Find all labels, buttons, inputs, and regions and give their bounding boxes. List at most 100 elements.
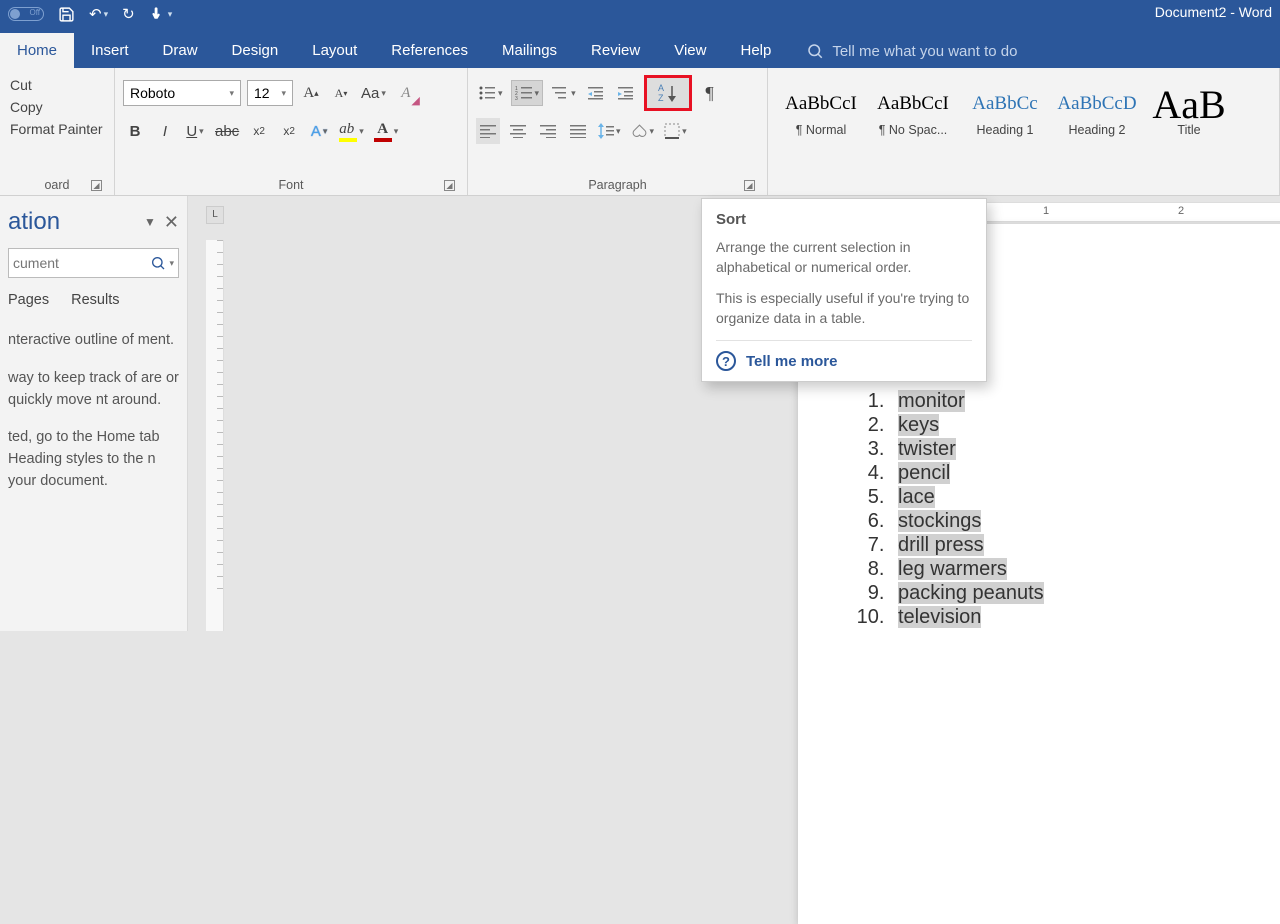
autosave-toggle[interactable]: Off bbox=[8, 7, 44, 21]
list-item[interactable]: monitor bbox=[890, 390, 1280, 414]
search-icon bbox=[806, 42, 824, 60]
list-item[interactable]: twister bbox=[890, 438, 1280, 462]
list-item[interactable]: pencil bbox=[890, 462, 1280, 486]
tab-mailings[interactable]: Mailings bbox=[485, 33, 574, 68]
font-color-button[interactable]: A bbox=[372, 118, 401, 144]
nav-tab-pages[interactable]: Pages bbox=[8, 292, 49, 308]
group-styles: AaBbCcI¶ NormalAaBbCcI¶ No Spac...AaBbCc… bbox=[768, 68, 1280, 195]
list-item[interactable]: keys bbox=[890, 414, 1280, 438]
nav-options-icon[interactable]: ▼ bbox=[144, 215, 156, 229]
redo-icon[interactable]: ↻ bbox=[122, 5, 135, 23]
nav-search-input[interactable] bbox=[13, 255, 150, 271]
list-item[interactable]: lace bbox=[890, 486, 1280, 510]
subscript-button[interactable]: x2 bbox=[247, 118, 271, 144]
search-icon bbox=[150, 255, 166, 271]
paragraph-dialog-launcher[interactable]: ◢ bbox=[744, 180, 755, 191]
format-painter-button[interactable]: Format Painter bbox=[8, 118, 106, 140]
tab-references[interactable]: References bbox=[374, 33, 485, 68]
list-item[interactable]: drill press bbox=[890, 534, 1280, 558]
clear-formatting-icon[interactable]: A◢ bbox=[394, 80, 418, 106]
undo-icon[interactable]: ↶▾ bbox=[89, 5, 108, 23]
decrease-indent-button[interactable] bbox=[584, 80, 608, 106]
multilevel-list-button[interactable] bbox=[549, 80, 578, 106]
clipboard-label: oard◢ bbox=[8, 174, 106, 195]
svg-text:A: A bbox=[658, 83, 664, 93]
bullets-button[interactable] bbox=[476, 80, 505, 106]
style--no-spac-[interactable]: AaBbCcI¶ No Spac... bbox=[868, 72, 958, 150]
style-heading-2[interactable]: AaBbCcDHeading 2 bbox=[1052, 72, 1142, 150]
font-dialog-launcher[interactable]: ◢ bbox=[444, 180, 455, 191]
tooltip-body-1: Arrange the current selection in alphabe… bbox=[716, 238, 972, 277]
font-size-select[interactable]: 12▾ bbox=[247, 80, 293, 106]
group-paragraph: 123 AZ ¶ Paragraph◢ bbox=[468, 68, 768, 195]
list-item[interactable]: leg warmers bbox=[890, 558, 1280, 582]
clipboard-dialog-launcher[interactable]: ◢ bbox=[91, 180, 102, 191]
navigation-pane: ation ▼ ✕ ▾ Pages Results nteractive out… bbox=[0, 196, 188, 631]
style--normal[interactable]: AaBbCcI¶ Normal bbox=[776, 72, 866, 150]
styles-gallery[interactable]: AaBbCcI¶ NormalAaBbCcI¶ No Spac...AaBbCc… bbox=[776, 72, 1279, 150]
change-case-button[interactable]: Aa bbox=[359, 80, 388, 106]
tab-layout[interactable]: Layout bbox=[295, 33, 374, 68]
shading-button[interactable] bbox=[629, 118, 657, 144]
window-title: Document2 - Word bbox=[1155, 4, 1272, 20]
numbered-list: monitorkeystwisterpencillacestockingsdri… bbox=[890, 390, 1280, 630]
group-clipboard: Cut Copy Format Painter oard◢ bbox=[0, 68, 115, 195]
save-icon[interactable] bbox=[58, 6, 75, 23]
line-spacing-button[interactable] bbox=[596, 118, 623, 144]
tab-insert[interactable]: Insert bbox=[74, 33, 146, 68]
tell-me-more-link[interactable]: Tell me more bbox=[746, 353, 837, 370]
strikethrough-button[interactable]: abc bbox=[213, 118, 241, 144]
horizontal-ruler[interactable]: 1 2 bbox=[982, 202, 1280, 222]
cut-button[interactable]: Cut bbox=[8, 74, 106, 96]
sort-button[interactable]: AZ bbox=[644, 75, 692, 111]
tell-me-search[interactable]: Tell me what you want to do bbox=[806, 42, 1017, 68]
font-name-select[interactable]: Roboto▾ bbox=[123, 80, 241, 106]
tab-view[interactable]: View bbox=[657, 33, 723, 68]
tooltip-title: Sort bbox=[716, 211, 972, 228]
italic-button[interactable]: I bbox=[153, 118, 177, 144]
justify-button[interactable] bbox=[566, 118, 590, 144]
superscript-button[interactable]: x2 bbox=[277, 118, 301, 144]
group-font: Roboto▾ 12▾ A▴ A▾ Aa A◢ B I U abc x2 x2 … bbox=[115, 68, 468, 195]
borders-button[interactable] bbox=[662, 118, 689, 144]
list-item[interactable]: stockings bbox=[890, 510, 1280, 534]
tooltip-body-2: This is especially useful if you're tryi… bbox=[716, 289, 972, 328]
close-icon[interactable]: ✕ bbox=[164, 212, 179, 233]
align-left-button[interactable] bbox=[476, 118, 500, 144]
show-hide-button[interactable]: ¶ bbox=[698, 80, 722, 106]
bold-button[interactable]: B bbox=[123, 118, 147, 144]
search-options-icon[interactable]: ▾ bbox=[169, 258, 174, 269]
increase-indent-button[interactable] bbox=[614, 80, 638, 106]
tab-review[interactable]: Review bbox=[574, 33, 657, 68]
tab-design[interactable]: Design bbox=[215, 33, 296, 68]
style-title[interactable]: AaBTitle bbox=[1144, 72, 1234, 150]
nav-tab-results[interactable]: Results bbox=[71, 292, 119, 308]
highlight-color-button[interactable]: ab bbox=[337, 118, 366, 144]
grow-font-icon[interactable]: A▴ bbox=[299, 80, 323, 106]
nav-body-text: nteractive outline of ment. way to keep … bbox=[8, 330, 179, 493]
tab-home[interactable]: Home bbox=[0, 33, 74, 68]
list-item[interactable]: television bbox=[890, 606, 1280, 630]
nav-search-box[interactable]: ▾ bbox=[8, 248, 179, 278]
quick-access-toolbar: Off ↶▾ ↻ ▾ bbox=[0, 5, 172, 23]
ruler-corner[interactable]: L bbox=[206, 206, 224, 224]
vertical-ruler[interactable] bbox=[206, 240, 224, 631]
paragraph-label: Paragraph◢ bbox=[476, 174, 759, 195]
style-heading-1[interactable]: AaBbCcHeading 1 bbox=[960, 72, 1050, 150]
underline-button[interactable]: U bbox=[183, 118, 207, 144]
help-icon: ? bbox=[716, 351, 736, 371]
shrink-font-icon[interactable]: A▾ bbox=[329, 80, 353, 106]
tab-help[interactable]: Help bbox=[723, 33, 788, 68]
ribbon-tab-strip: Home Insert Draw Design Layout Reference… bbox=[0, 28, 1280, 68]
text-effects-button[interactable]: A bbox=[307, 118, 331, 144]
align-center-button[interactable] bbox=[506, 118, 530, 144]
align-right-button[interactable] bbox=[536, 118, 560, 144]
tab-draw[interactable]: Draw bbox=[146, 33, 215, 68]
list-item[interactable]: packing peanuts bbox=[890, 582, 1280, 606]
navigation-title: ation bbox=[8, 208, 60, 236]
touch-mode-icon[interactable]: ▾ bbox=[149, 6, 173, 23]
copy-button[interactable]: Copy bbox=[8, 96, 106, 118]
numbering-button[interactable]: 123 bbox=[511, 80, 544, 106]
svg-text:3: 3 bbox=[515, 96, 518, 101]
svg-text:Z: Z bbox=[658, 93, 664, 103]
